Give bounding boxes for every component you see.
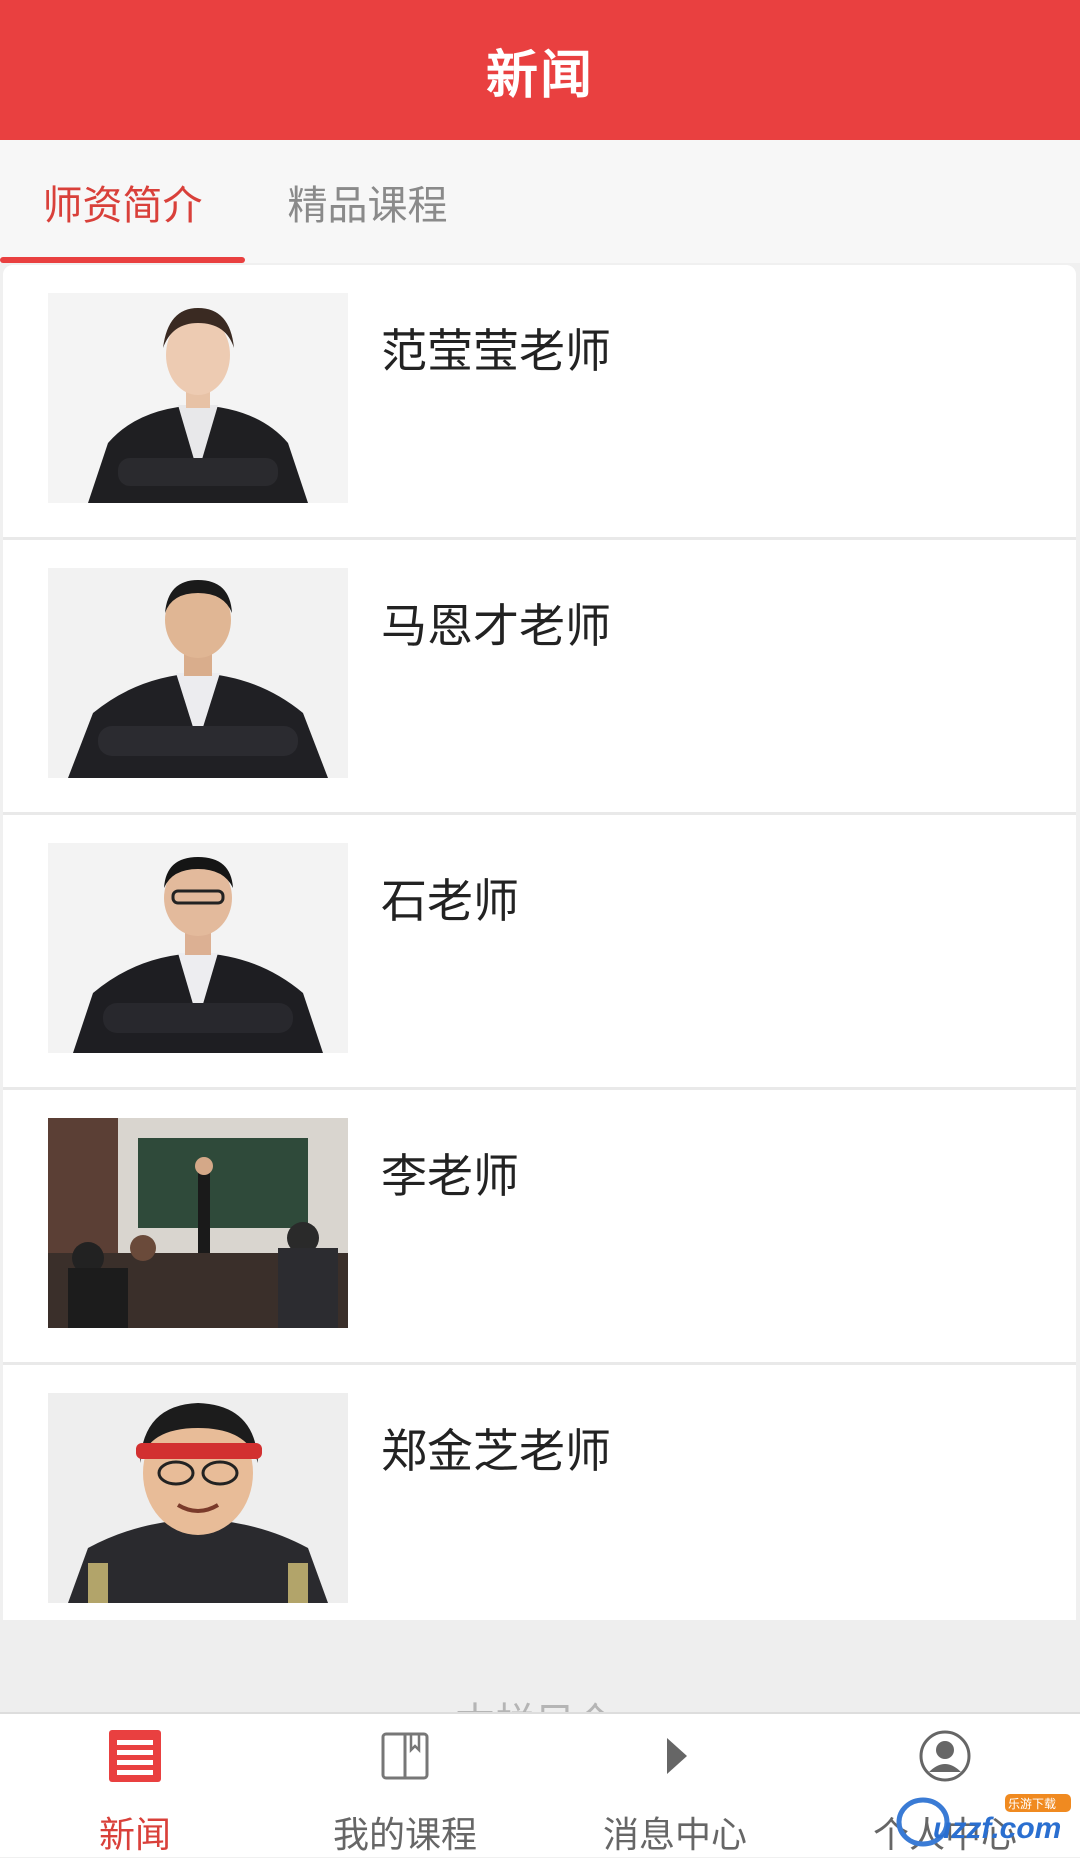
- teacher-list: 范莹莹老师 马恩才老师 石老师 李老师 郑金芝老师: [3, 265, 1076, 1641]
- active-tab-indicator: [0, 257, 245, 263]
- list-item[interactable]: 郑金芝老师: [3, 1365, 1076, 1641]
- nav-message-center[interactable]: 消息中心: [540, 1714, 810, 1857]
- page-title: 新闻: [485, 45, 594, 106]
- nav-label: 消息中心: [602, 1815, 747, 1856]
- tab-bar: 师资简介 精品课程: [0, 140, 1080, 263]
- app-header: 新闻: [0, 0, 1080, 140]
- nav-news[interactable]: 新闻: [0, 1714, 270, 1857]
- teacher-photo: [48, 568, 348, 778]
- site-watermark-logo: uzzf.com 乐游下载: [896, 1794, 1071, 1847]
- teacher-photo: [48, 843, 348, 1053]
- nav-my-courses[interactable]: 我的课程: [270, 1714, 540, 1857]
- list-item[interactable]: 李老师: [3, 1090, 1076, 1365]
- teacher-name: 李老师: [381, 1149, 519, 1203]
- news-list-icon: [109, 1730, 161, 1782]
- user-avatar-icon: [919, 1730, 971, 1782]
- list-item[interactable]: 范莹莹老师: [3, 265, 1076, 540]
- play-triangle-icon: [667, 1738, 687, 1774]
- nav-label: 我的课程: [332, 1815, 477, 1856]
- tab-label: 师资简介: [42, 182, 203, 229]
- teacher-photo: [48, 1393, 348, 1603]
- teacher-name: 马恩才老师: [381, 599, 611, 653]
- list-item[interactable]: 马恩才老师: [3, 540, 1076, 815]
- watermark-text: uzzf.com: [933, 1812, 1061, 1845]
- teacher-name: 范莹莹老师: [381, 324, 611, 378]
- nav-label: 新闻: [98, 1815, 171, 1856]
- list-item[interactable]: 石老师: [3, 815, 1076, 1090]
- book-icon: [381, 1732, 429, 1780]
- teacher-name: 石老师: [381, 874, 519, 928]
- tab-premium-courses[interactable]: 精品课程: [245, 140, 490, 263]
- teacher-name: 郑金芝老师: [381, 1424, 611, 1478]
- tab-teacher-intro[interactable]: 师资简介: [0, 140, 245, 263]
- teacher-photo: [48, 293, 348, 503]
- teacher-photo: [48, 1118, 348, 1328]
- watermark-badge: 乐游下载: [1008, 1797, 1056, 1811]
- tab-label: 精品课程: [287, 182, 448, 229]
